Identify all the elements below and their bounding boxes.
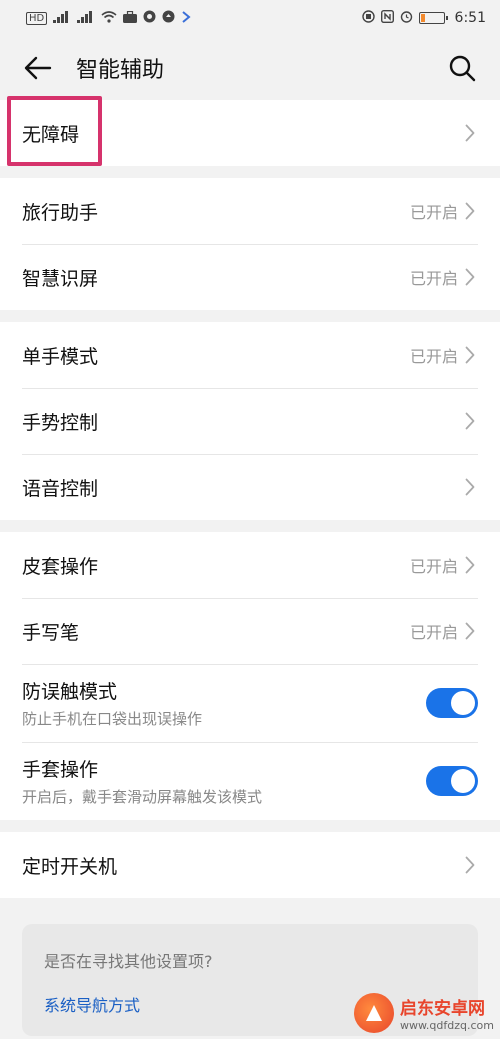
battery-icon [418,12,448,24]
app-icon [162,10,175,26]
chevron-right-icon [462,267,478,287]
camera-icon [143,10,156,26]
signal-icon [53,10,71,26]
row-text: 皮套操作 [22,552,98,579]
row-label: 无障碍 [22,123,80,146]
page-title: 智能辅助 [76,58,165,83]
status-time: 6:51 [454,10,486,26]
row-text: 语音控制 [22,474,98,501]
settings-group: 单手模式 已开启手势控制语音控制 [0,322,500,520]
settings-group: 旅行助手 已开启 智慧识屏 已开启 [0,178,500,310]
alarm-icon [400,10,413,26]
row-status: 已开启 [409,623,458,642]
chevron-right-icon [462,201,478,221]
row-right: 已开启 [410,553,478,577]
briefcase-icon [123,10,138,26]
watermark-url: www.qdfdzq.com [399,1019,494,1032]
watermark: 启东安卓网 www.qdfdzq.com [353,993,494,1033]
status-bar: HD 6:51 [0,0,500,36]
row-right: 已开启 [410,265,478,289]
chevron-right-icon [462,555,478,575]
row-text: 旅行助手 [22,198,98,225]
back-arrow-icon[interactable] [22,52,54,84]
row-right [462,411,478,431]
app-header: 智能辅助 [0,36,500,100]
watermark-logo-icon [353,993,394,1033]
settings-group: 皮套操作 已开启 手写笔 已开启 防误触模式 防止手机在口袋出现误操作 手套操作 开启后，戴手… [0,532,500,820]
settings-row[interactable]: 手势控制 [0,388,500,454]
settings-row[interactable]: 单手模式 已开启 [0,322,500,388]
row-right: 已开启 [410,343,478,367]
toggle-knob [451,769,475,793]
row-right [462,123,478,143]
row-right: 已开启 [410,619,478,643]
chevron-right-icon [462,345,478,365]
settings-row[interactable]: 旅行助手 已开启 [0,178,500,244]
settings-row[interactable]: 皮套操作 已开启 [0,532,500,598]
toggle-switch[interactable] [426,766,478,796]
chevron-right-icon [462,123,478,143]
watermark-title: 启东安卓网 [399,999,485,1019]
toggle-knob [451,691,475,715]
row-label: 旅行助手 [22,201,99,224]
row-text: 智慧识屏 [22,264,98,291]
row-label: 手势控制 [22,411,99,434]
row-label: 语音控制 [22,477,99,500]
wifi-icon [101,10,117,26]
row-right [462,855,478,875]
settings-list: 无障碍 旅行助手 已开启 智慧识屏 已开启 单手模式 已开启 手势控制 语音控制 皮套操作 已开启手… [0,100,500,898]
row-status: 已开启 [409,203,458,222]
row-label: 定时开关机 [22,855,118,878]
row-right [462,477,478,497]
settings-row[interactable]: 手套操作开启后，戴手套滑动屏幕触发该模式 [0,742,500,820]
settings-group: 定时开关机 [0,832,500,898]
suggestion-question: 是否在寻找其他设置项? [44,952,213,971]
row-text: 手势控制 [22,408,98,435]
chevron-right-icon [462,477,478,497]
row-text: 定时开关机 [22,852,117,879]
hd-icon: HD [26,11,48,25]
search-icon[interactable] [446,52,478,84]
settings-row[interactable]: 手写笔 已开启 [0,598,500,664]
settings-row[interactable]: 无障碍 [0,100,500,166]
row-text: 无障碍 [22,120,79,147]
row-text: 单手模式 [22,342,98,369]
row-label: 防误触模式 [22,681,118,703]
row-status: 已开启 [409,347,458,366]
signal-icon-2 [77,10,95,26]
row-status: 已开启 [409,269,458,288]
chevron-right-icon [462,411,478,431]
settings-row[interactable]: 防误触模式防止手机在口袋出现误操作 [0,664,500,742]
status-left: HD [26,10,191,26]
settings-row[interactable]: 智慧识屏 已开启 [0,244,500,310]
row-label: 手套操作 [22,759,99,781]
row-right: 已开启 [410,199,478,223]
row-text: 手写笔 [22,618,79,645]
row-text: 防误触模式防止手机在口袋出现误操作 [22,677,202,729]
row-status: 已开启 [409,557,458,576]
hd-call-icon [361,10,375,26]
chevron-right-icon [462,621,478,641]
settings-row[interactable]: 语音控制 [0,454,500,520]
status-right: 6:51 [361,9,486,26]
chevron-right-icon [462,855,478,875]
suggestion-link-navigation[interactable]: 系统导航方式 [44,992,140,1016]
settings-group: 无障碍 [0,100,500,166]
row-label: 单手模式 [22,345,99,368]
row-label: 手写笔 [22,621,80,644]
settings-row[interactable]: 定时开关机 [0,832,500,898]
row-label: 智慧识屏 [22,267,99,290]
row-text: 手套操作开启后，戴手套滑动屏幕触发该模式 [22,755,262,807]
arrow-icon [181,10,191,26]
watermark-text: 启东安卓网 www.qdfdzq.com [400,994,494,1032]
row-subtitle: 开启后，戴手套滑动屏幕触发该模式 [22,788,263,806]
toggle-switch[interactable] [426,688,478,718]
row-subtitle: 防止手机在口袋出现误操作 [22,710,203,728]
nfc-icon [380,9,394,26]
row-label: 皮套操作 [22,555,99,578]
